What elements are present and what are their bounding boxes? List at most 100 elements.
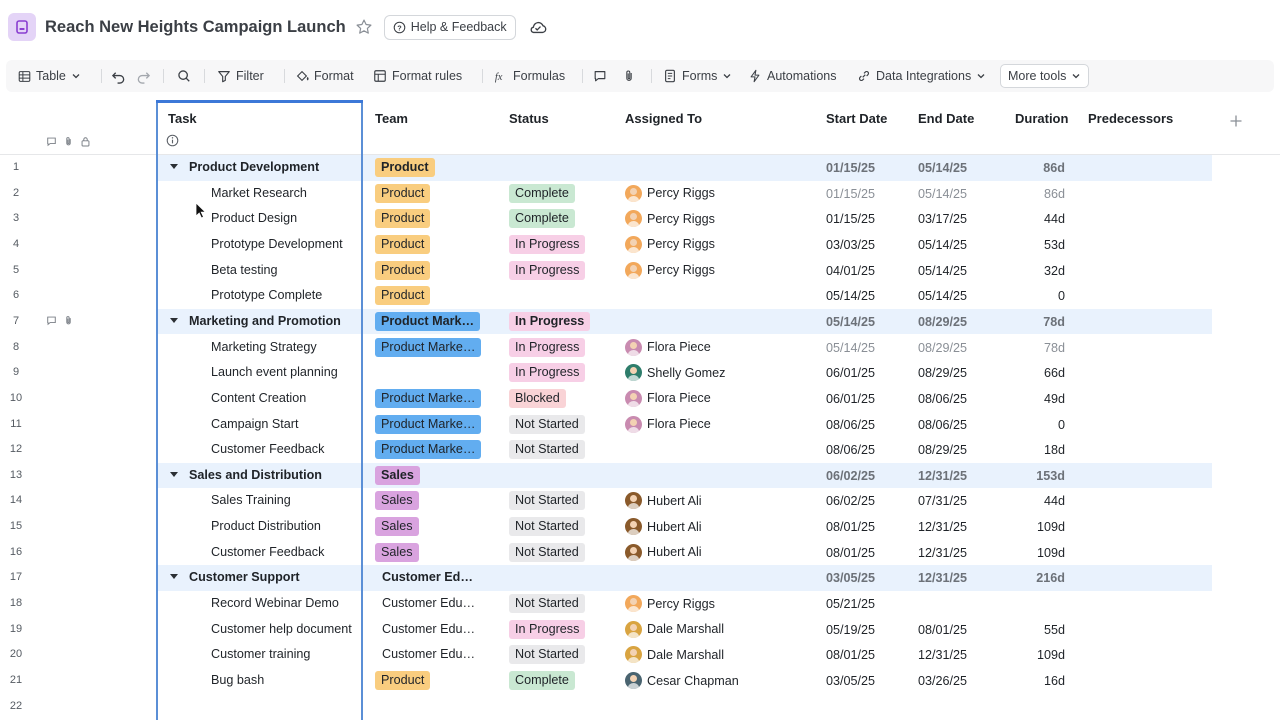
table-row[interactable]: 5 Beta testing Product In Progress Percy Ri… bbox=[0, 258, 1280, 284]
end-date-cell[interactable]: 08/29/25 bbox=[918, 443, 967, 457]
task-cell[interactable]: Bug bash bbox=[211, 673, 264, 687]
status-badge[interactable]: Not Started bbox=[509, 594, 585, 614]
status-badge[interactable]: Complete bbox=[509, 671, 575, 690]
start-date-cell[interactable]: 08/01/25 bbox=[826, 546, 875, 560]
table-row[interactable]: 20 Customer training Customer Edu… Not Star… bbox=[0, 642, 1280, 668]
table-row[interactable]: 2 Market Research Product Complete Percy Ri… bbox=[0, 181, 1280, 207]
column-header-assigned-to[interactable]: Assigned To bbox=[625, 111, 702, 126]
duration-cell[interactable]: 86d bbox=[1043, 161, 1065, 175]
row-number[interactable]: 6 bbox=[0, 289, 32, 301]
team-cell[interactable]: Product Marke… bbox=[375, 440, 482, 460]
start-date-cell[interactable]: 06/02/25 bbox=[826, 494, 875, 508]
duration-cell[interactable]: 109d bbox=[1037, 546, 1065, 560]
start-date-cell[interactable]: 08/06/25 bbox=[826, 443, 875, 457]
end-date-cell[interactable]: 12/31/25 bbox=[918, 520, 967, 534]
forms-menu[interactable]: Forms bbox=[663, 64, 732, 88]
status-badge[interactable]: In Progress bbox=[509, 337, 586, 357]
task-cell[interactable]: Market Research bbox=[211, 186, 307, 200]
collapse-caret-icon[interactable] bbox=[170, 471, 178, 477]
end-date-cell[interactable]: 03/17/25 bbox=[918, 212, 967, 226]
row-number[interactable]: 17 bbox=[0, 571, 32, 583]
end-date-cell[interactable]: 08/29/25 bbox=[918, 315, 967, 329]
search-button[interactable] bbox=[177, 64, 191, 88]
task-cell[interactable]: Marketing Strategy bbox=[211, 340, 317, 354]
column-header-predecessors[interactable]: Predecessors bbox=[1088, 111, 1173, 126]
status-badge[interactable]: Not Started bbox=[509, 542, 585, 562]
row-number[interactable]: 11 bbox=[0, 418, 32, 430]
comments-button[interactable] bbox=[593, 64, 607, 88]
start-date-cell[interactable]: 05/14/25 bbox=[826, 315, 875, 329]
task-cell[interactable]: Sales and Distribution bbox=[189, 468, 322, 482]
column-header-duration[interactable]: Duration bbox=[1015, 111, 1068, 126]
start-date-cell[interactable]: 08/01/25 bbox=[826, 648, 875, 662]
end-date-cell[interactable]: 08/29/25 bbox=[918, 341, 967, 355]
assigned-to-cell[interactable]: Flora Piece bbox=[625, 415, 711, 433]
team-cell[interactable]: Sales bbox=[375, 465, 420, 485]
row-number[interactable]: 14 bbox=[0, 494, 32, 506]
team-cell[interactable]: Customer Edu… bbox=[375, 645, 482, 664]
undo-button[interactable] bbox=[111, 64, 126, 88]
team-cell[interactable]: Product bbox=[375, 209, 431, 229]
redo-button[interactable] bbox=[136, 64, 151, 88]
table-row[interactable]: 8 Marketing Strategy Product Marke… In Prog… bbox=[0, 335, 1280, 361]
assigned-to-cell[interactable]: Hubert Ali bbox=[625, 543, 702, 561]
start-date-cell[interactable]: 01/15/25 bbox=[826, 187, 875, 201]
team-cell[interactable]: Product bbox=[375, 234, 431, 254]
duration-cell[interactable]: 49d bbox=[1044, 392, 1065, 406]
filter-button[interactable]: Filter bbox=[217, 64, 264, 88]
row-number[interactable]: 16 bbox=[0, 546, 32, 558]
paperclip-icon[interactable] bbox=[63, 315, 74, 326]
start-date-cell[interactable]: 06/01/25 bbox=[826, 392, 875, 406]
team-cell[interactable]: Customer Edu… bbox=[375, 594, 482, 613]
end-date-cell[interactable]: 05/14/25 bbox=[918, 289, 967, 303]
duration-cell[interactable]: 0 bbox=[1058, 289, 1065, 303]
status-badge[interactable]: Not Started bbox=[509, 491, 585, 511]
format-rules-button[interactable]: Format rules bbox=[373, 64, 462, 88]
column-header-start-date[interactable]: Start Date bbox=[826, 111, 887, 126]
table-row[interactable]: 3 Product Design Product Complete Percy Rig… bbox=[0, 206, 1280, 232]
team-cell[interactable]: Product bbox=[375, 260, 431, 280]
end-date-cell[interactable]: 12/31/25 bbox=[918, 469, 967, 483]
column-header-end-date[interactable]: End Date bbox=[918, 111, 974, 126]
task-cell[interactable]: Customer help document bbox=[211, 622, 352, 636]
table-row[interactable]: 19 Customer help document Customer Edu… In … bbox=[0, 617, 1280, 643]
cloud-sync-icon[interactable] bbox=[528, 17, 548, 37]
duration-cell[interactable]: 0 bbox=[1058, 418, 1065, 432]
table-row[interactable]: 14 Sales Training Sales Not Started Hubert … bbox=[0, 488, 1280, 514]
assigned-to-cell[interactable]: Cesar Chapman bbox=[625, 672, 739, 689]
row-number[interactable]: 15 bbox=[0, 520, 32, 532]
automations-button[interactable]: Automations bbox=[748, 64, 836, 88]
attachments-button[interactable] bbox=[622, 64, 636, 88]
end-date-cell[interactable]: 07/31/25 bbox=[918, 494, 967, 508]
team-cell[interactable]: Sales bbox=[375, 542, 419, 562]
duration-cell[interactable]: 53d bbox=[1044, 238, 1065, 252]
row-number[interactable]: 7 bbox=[0, 315, 32, 327]
status-badge[interactable]: Complete bbox=[509, 209, 575, 229]
end-date-cell[interactable]: 03/26/25 bbox=[918, 674, 967, 688]
end-date-cell[interactable]: 08/06/25 bbox=[918, 418, 967, 432]
start-date-cell[interactable]: 06/02/25 bbox=[826, 469, 875, 483]
task-cell[interactable]: Campaign Start bbox=[211, 417, 299, 431]
status-badge[interactable]: Complete bbox=[509, 183, 575, 203]
info-icon[interactable] bbox=[166, 134, 179, 147]
duration-cell[interactable]: 55d bbox=[1044, 623, 1065, 637]
end-date-cell[interactable]: 08/01/25 bbox=[918, 623, 967, 637]
sheet-app-icon[interactable] bbox=[8, 13, 36, 41]
start-date-cell[interactable]: 05/14/25 bbox=[826, 289, 875, 303]
column-header-team[interactable]: Team bbox=[375, 111, 408, 126]
team-cell[interactable]: Customer Edu… bbox=[375, 620, 482, 639]
task-cell[interactable]: Customer training bbox=[211, 647, 310, 661]
start-date-cell[interactable]: 01/15/25 bbox=[826, 212, 875, 226]
row-number[interactable]: 21 bbox=[0, 674, 32, 686]
status-badge[interactable]: In Progress bbox=[509, 260, 586, 280]
more-tools-menu[interactable]: More tools bbox=[1000, 64, 1090, 88]
help-feedback-button[interactable]: ? Help & Feedback bbox=[383, 14, 516, 40]
row-number[interactable]: 4 bbox=[0, 238, 32, 250]
start-date-cell[interactable]: 05/19/25 bbox=[826, 623, 875, 637]
row-number[interactable]: 22 bbox=[0, 700, 32, 712]
end-date-cell[interactable]: 05/14/25 bbox=[918, 161, 967, 175]
column-header-task[interactable]: Task bbox=[168, 111, 197, 126]
task-cell[interactable]: Product Design bbox=[211, 211, 297, 225]
start-date-cell[interactable]: 06/01/25 bbox=[826, 366, 875, 380]
duration-cell[interactable]: 44d bbox=[1044, 494, 1065, 508]
